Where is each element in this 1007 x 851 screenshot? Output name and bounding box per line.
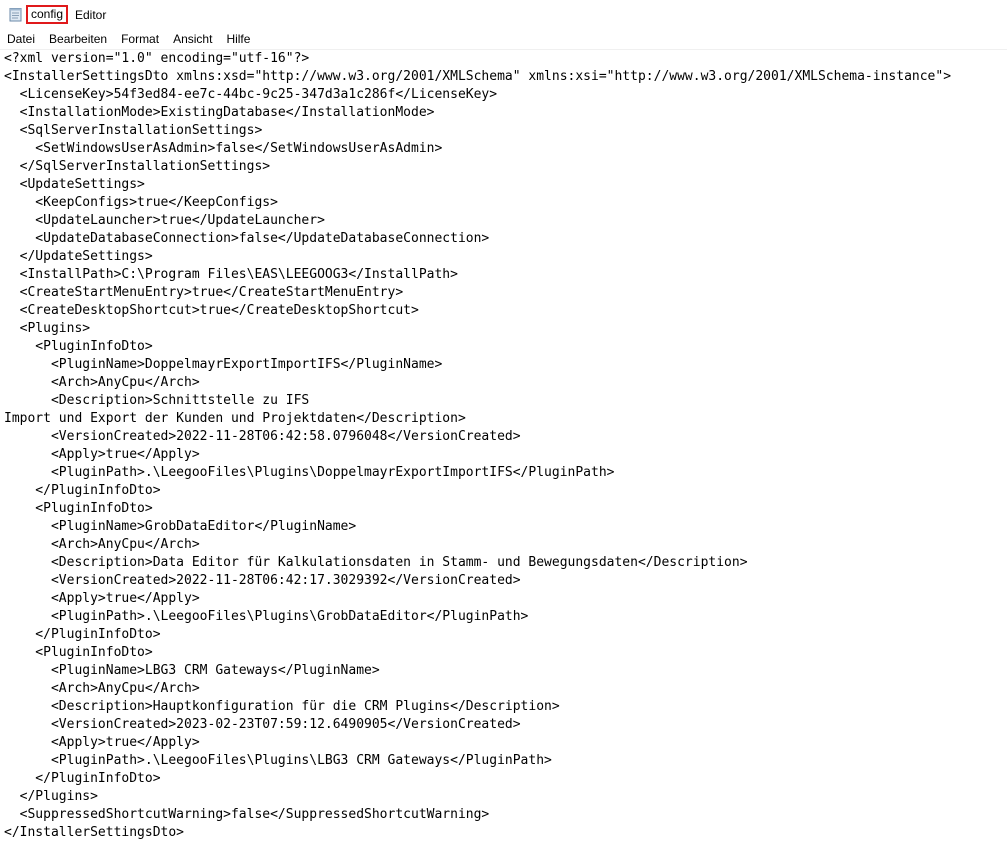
editor-line: <PluginInfoDto> bbox=[4, 501, 153, 516]
editor-line: <UpdateLauncher>true</UpdateLauncher> bbox=[4, 213, 325, 228]
menu-bearbeiten[interactable]: Bearbeiten bbox=[42, 30, 114, 49]
editor-line: <Apply>true</Apply> bbox=[4, 735, 200, 750]
editor-line: <PluginPath>.\LeegooFiles\Plugins\Doppel… bbox=[4, 465, 615, 480]
editor-line: <VersionCreated>2022-11-28T06:42:17.3029… bbox=[4, 573, 521, 588]
editor-line: <UpdateDatabaseConnection>false</UpdateD… bbox=[4, 231, 490, 246]
editor-line: <PluginName>LBG3 CRM Gateways</PluginNam… bbox=[4, 663, 380, 678]
editor-line: </PluginInfoDto> bbox=[4, 771, 161, 786]
editor-line: </SqlServerInstallationSettings> bbox=[4, 159, 271, 174]
editor-line: <PluginPath>.\LeegooFiles\Plugins\LBG3 C… bbox=[4, 753, 552, 768]
menu-datei[interactable]: Datei bbox=[0, 30, 42, 49]
editor-line: <PluginInfoDto> bbox=[4, 645, 153, 660]
editor-line: <InstallPath>C:\Program Files\EAS\LEEGOO… bbox=[4, 267, 458, 282]
editor-line: </PluginInfoDto> bbox=[4, 483, 161, 498]
editor-line: <CreateDesktopShortcut>true</CreateDeskt… bbox=[4, 303, 419, 318]
editor-line: <InstallerSettingsDto xmlns:xsd="http://… bbox=[4, 69, 952, 84]
editor-line: <SuppressedShortcutWarning>false</Suppre… bbox=[4, 807, 490, 822]
menu-bar: Datei Bearbeiten Format Ansicht Hilfe bbox=[0, 30, 1007, 50]
editor-line: </UpdateSettings> bbox=[4, 249, 153, 264]
editor-line: <UpdateSettings> bbox=[4, 177, 145, 192]
editor-line: <PluginName>DoppelmayrExportImportIFS</P… bbox=[4, 357, 443, 372]
editor-line: <Description>Hauptkonfiguration für die … bbox=[4, 699, 560, 714]
editor-line: <Apply>true</Apply> bbox=[4, 447, 200, 462]
editor-line: </Plugins> bbox=[4, 789, 98, 804]
editor-line: <Apply>true</Apply> bbox=[4, 591, 200, 606]
editor-line: <SetWindowsUserAsAdmin>false</SetWindows… bbox=[4, 141, 443, 156]
editor-line: <VersionCreated>2022-11-28T06:42:58.0796… bbox=[4, 429, 521, 444]
notepad-icon bbox=[9, 7, 23, 22]
editor-line: <VersionCreated>2023-02-23T07:59:12.6490… bbox=[4, 717, 521, 732]
editor-line: <SqlServerInstallationSettings> bbox=[4, 123, 263, 138]
editor-line: <PluginName>GrobDataEditor</PluginName> bbox=[4, 519, 357, 534]
text-editor-area[interactable]: <?xml version="1.0" encoding="utf-16"?> <… bbox=[0, 50, 1007, 851]
editor-line: Import und Export der Kunden und Projekt… bbox=[4, 411, 466, 426]
editor-line: <KeepConfigs>true</KeepConfigs> bbox=[4, 195, 278, 210]
editor-line: <InstallationMode>ExistingDatabase</Inst… bbox=[4, 105, 435, 120]
menu-hilfe[interactable]: Hilfe bbox=[219, 30, 257, 49]
window-title-filename: config bbox=[26, 5, 69, 24]
editor-line: </InstallerSettingsDto> bbox=[4, 825, 185, 840]
editor-line: </PluginInfoDto> bbox=[4, 627, 161, 642]
editor-line: <CreateStartMenuEntry>true</CreateStartM… bbox=[4, 285, 404, 300]
editor-line: <?xml version="1.0" encoding="utf-16"?> bbox=[4, 51, 310, 66]
menu-ansicht[interactable]: Ansicht bbox=[166, 30, 219, 49]
editor-line: <Arch>AnyCpu</Arch> bbox=[4, 537, 200, 552]
editor-line: <LicenseKey>54f3ed84-ee7c-44bc-9c25-347d… bbox=[4, 87, 498, 102]
editor-line: <PluginInfoDto> bbox=[4, 339, 153, 354]
window-title-appname: Editor bbox=[75, 8, 107, 22]
menu-format[interactable]: Format bbox=[114, 30, 166, 49]
title-bar: config Editor bbox=[0, 0, 1007, 30]
editor-line: <PluginPath>.\LeegooFiles\Plugins\GrobDa… bbox=[4, 609, 529, 624]
editor-line: <Arch>AnyCpu</Arch> bbox=[4, 681, 200, 696]
editor-line: <Arch>AnyCpu</Arch> bbox=[4, 375, 200, 390]
editor-line: <Description>Data Editor für Kalkulation… bbox=[4, 555, 748, 570]
editor-line: <Plugins> bbox=[4, 321, 91, 336]
editor-line: <Description>Schnittstelle zu IFS bbox=[4, 393, 310, 408]
